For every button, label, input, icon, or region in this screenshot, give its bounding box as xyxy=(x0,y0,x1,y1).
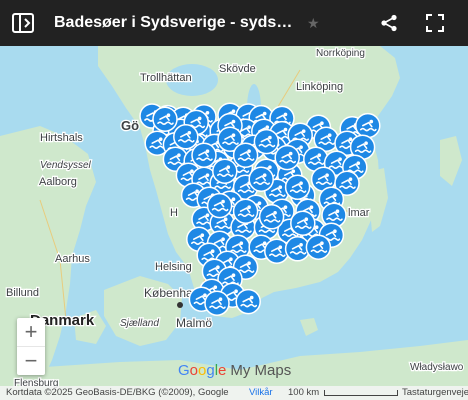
legend-toggle-button[interactable] xyxy=(10,0,36,46)
label-aalborg: Aalborg xyxy=(39,176,77,188)
label-sjaelland: Sjælland xyxy=(120,318,159,329)
star-icon[interactable]: ★ xyxy=(307,15,323,32)
label-kalmar-fragment: lmar xyxy=(348,207,370,219)
swim-lake-marker[interactable] xyxy=(191,142,217,168)
swim-lake-marker[interactable] xyxy=(284,174,311,200)
google-letter: g xyxy=(206,362,215,379)
label-wladyslawowo: Władysławo xyxy=(410,362,464,373)
share-icon xyxy=(381,14,397,32)
scale-bar xyxy=(324,390,398,396)
google-letter: o xyxy=(189,362,199,379)
label-halmstad-fragment: H xyxy=(170,207,178,219)
swim-lake-marker[interactable] xyxy=(274,144,300,171)
swim-lake-marker[interactable] xyxy=(305,234,332,260)
label-skovde: Skövde xyxy=(219,63,256,75)
google-letter: G xyxy=(178,362,190,379)
swim-lake-marker[interactable] xyxy=(253,128,280,155)
swim-lake-marker[interactable] xyxy=(258,204,285,230)
label-vendsyssel: Vendsyssel xyxy=(40,160,92,171)
swim-lake-marker[interactable] xyxy=(152,106,178,132)
google-wordmark: Google xyxy=(178,362,226,379)
swim-lake-marker[interactable] xyxy=(355,112,381,139)
fullscreen-button[interactable] xyxy=(412,0,458,46)
label-trollhattan: Trollhättan xyxy=(140,72,192,84)
my-maps-wordmark: My Maps xyxy=(230,362,292,379)
attribution-text: Kortdata ©2025 GeoBasis-DE/BKG (©2009), … xyxy=(6,387,229,398)
label-billund: Billund xyxy=(6,287,39,299)
share-button[interactable] xyxy=(366,0,412,46)
map-title: Badesøer i Sydsverige - sydsverigeferie.… xyxy=(54,14,299,31)
header-bar: Badesøer i Sydsverige - sydsverigeferie.… xyxy=(0,0,468,46)
sidebar-toggle-icon xyxy=(12,13,34,33)
swim-lake-marker[interactable] xyxy=(204,290,230,316)
zoom-in-button[interactable]: + xyxy=(17,318,45,346)
swim-lake-marker[interactable] xyxy=(235,288,261,315)
swim-lake-marker[interactable] xyxy=(290,210,316,236)
keyboard-shortcuts-link[interactable]: Tastaturgenveje xyxy=(402,387,468,398)
label-helsingborg: Helsing xyxy=(155,261,192,273)
label-goteborg: Gö xyxy=(121,118,139,133)
label-linkoping: Linköping xyxy=(296,81,343,93)
swim-lake-marker[interactable] xyxy=(232,198,259,224)
label-aarhus: Aarhus xyxy=(55,253,90,265)
map-canvas[interactable]: Trollhättan Skövde Norrköping Linköping … xyxy=(0,0,468,400)
map-footer: Kortdata ©2025 GeoBasis-DE/BKG (©2009), … xyxy=(0,386,468,400)
label-malmo: Malmö xyxy=(176,316,212,330)
copenhagen-dot xyxy=(177,302,183,308)
swim-lake-marker[interactable] xyxy=(232,142,259,168)
zoom-control: + − xyxy=(17,318,45,375)
swim-lake-marker[interactable] xyxy=(212,158,238,184)
google-letter: e xyxy=(218,362,227,379)
zoom-out-button[interactable]: − xyxy=(17,347,45,375)
swim-lake-marker[interactable] xyxy=(206,192,233,219)
scale-label: 100 km xyxy=(288,387,320,398)
label-hirtshals: Hirtshals xyxy=(40,132,83,144)
google-my-maps-logo: Google My Maps xyxy=(178,362,291,379)
swim-lake-marker[interactable] xyxy=(173,124,199,150)
terms-link[interactable]: Vilkår xyxy=(249,387,273,398)
swim-lake-marker[interactable] xyxy=(248,166,274,192)
label-norrkoping: Norrköping xyxy=(316,48,365,59)
fullscreen-icon xyxy=(426,14,444,32)
